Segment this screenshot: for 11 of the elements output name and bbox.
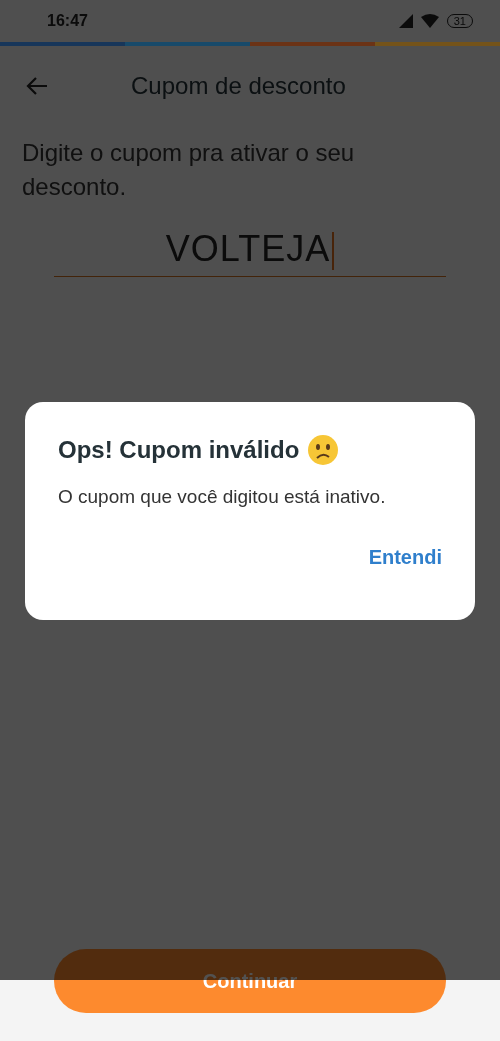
dismiss-button[interactable]: Entendi [368,546,442,569]
instruction-text: Digite o cupom pra ativar o seu desconto. [22,138,356,202]
screen-title: Cupom de desconto [131,72,346,100]
dialog-title: Ops! Cupom inválido [58,436,300,464]
back-arrow-icon[interactable] [25,76,49,96]
worried-emoji-icon [307,434,340,466]
wifi-icon [420,14,439,28]
dialog-message: O cupom que você digitou está inativo. [58,486,387,508]
signal-icon [398,14,413,28]
coupon-input-field[interactable]: VOLTEJA [54,228,446,277]
status-time: 16:47 [47,12,88,30]
